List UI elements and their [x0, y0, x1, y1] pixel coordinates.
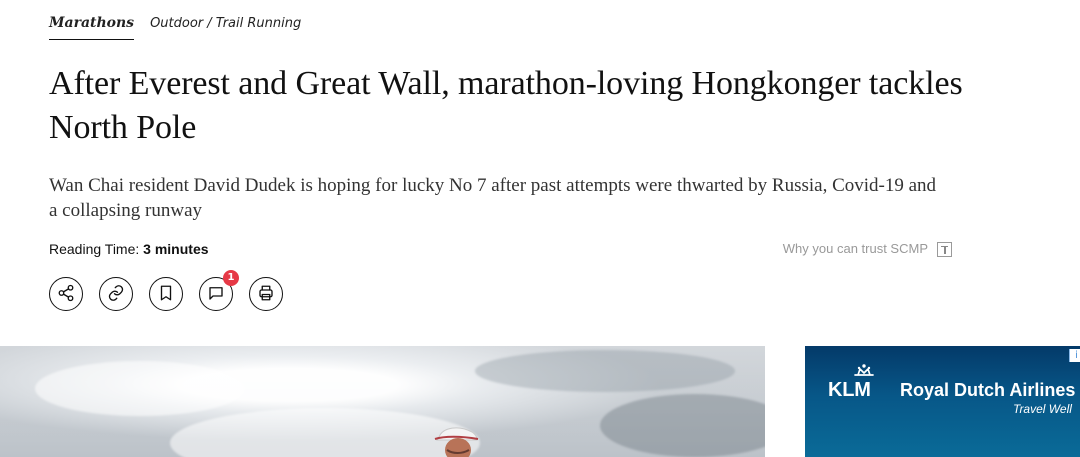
klm-logo-text: KLM: [828, 379, 871, 401]
ad-tagline: Travel Well: [1013, 402, 1072, 416]
section-tab-outdoor-trail-running[interactable]: Outdoor / Trail Running: [150, 15, 301, 40]
share-button[interactable]: [49, 277, 83, 311]
klm-crown-icon: [854, 364, 874, 376]
reading-time-value: 3 minutes: [143, 241, 209, 257]
cloud-shape: [475, 350, 735, 392]
cloud-shape: [35, 361, 245, 416]
print-button[interactable]: [249, 277, 283, 311]
trust-t-icon: [937, 241, 952, 257]
article-hero-image: [0, 346, 765, 457]
article-subheadline: Wan Chai resident David Dudek is hoping …: [49, 175, 937, 221]
ad-info-icon[interactable]: i: [1069, 349, 1080, 362]
section-tab-marathons[interactable]: Marathons: [49, 14, 135, 40]
share-icon: [57, 284, 75, 305]
ad-title: Royal Dutch Airlines: [900, 380, 1076, 400]
trust-scmp-link[interactable]: Why you can trust SCMP: [783, 240, 952, 258]
article-action-bar: 1: [49, 270, 283, 311]
comments-button[interactable]: 1: [199, 270, 239, 311]
article-headline: After Everest and Great Wall, marathon-l…: [49, 65, 963, 146]
article-page: Marathons Outdoor / Trail Running After …: [0, 0, 1080, 457]
advertisement[interactable]: i KLM Royal Dutch Airlines Travel Well: [805, 346, 1080, 457]
link-icon: [107, 284, 125, 305]
reading-time-label: Reading Time:: [49, 241, 144, 257]
print-icon: [257, 284, 275, 305]
copy-link-button[interactable]: [99, 277, 133, 311]
runner-figure: [434, 427, 479, 457]
comment-count-badge: 1: [223, 270, 239, 286]
breadcrumb: Marathons Outdoor / Trail Running: [49, 14, 301, 42]
comment-icon: [207, 284, 225, 305]
reading-time: Reading Time: 3 minutes: [49, 240, 209, 258]
cloud-shape: [600, 394, 765, 457]
trust-scmp-label: Why you can trust SCMP: [782, 241, 928, 256]
bookmark-icon: [157, 284, 175, 305]
bookmark-button[interactable]: [149, 277, 183, 311]
